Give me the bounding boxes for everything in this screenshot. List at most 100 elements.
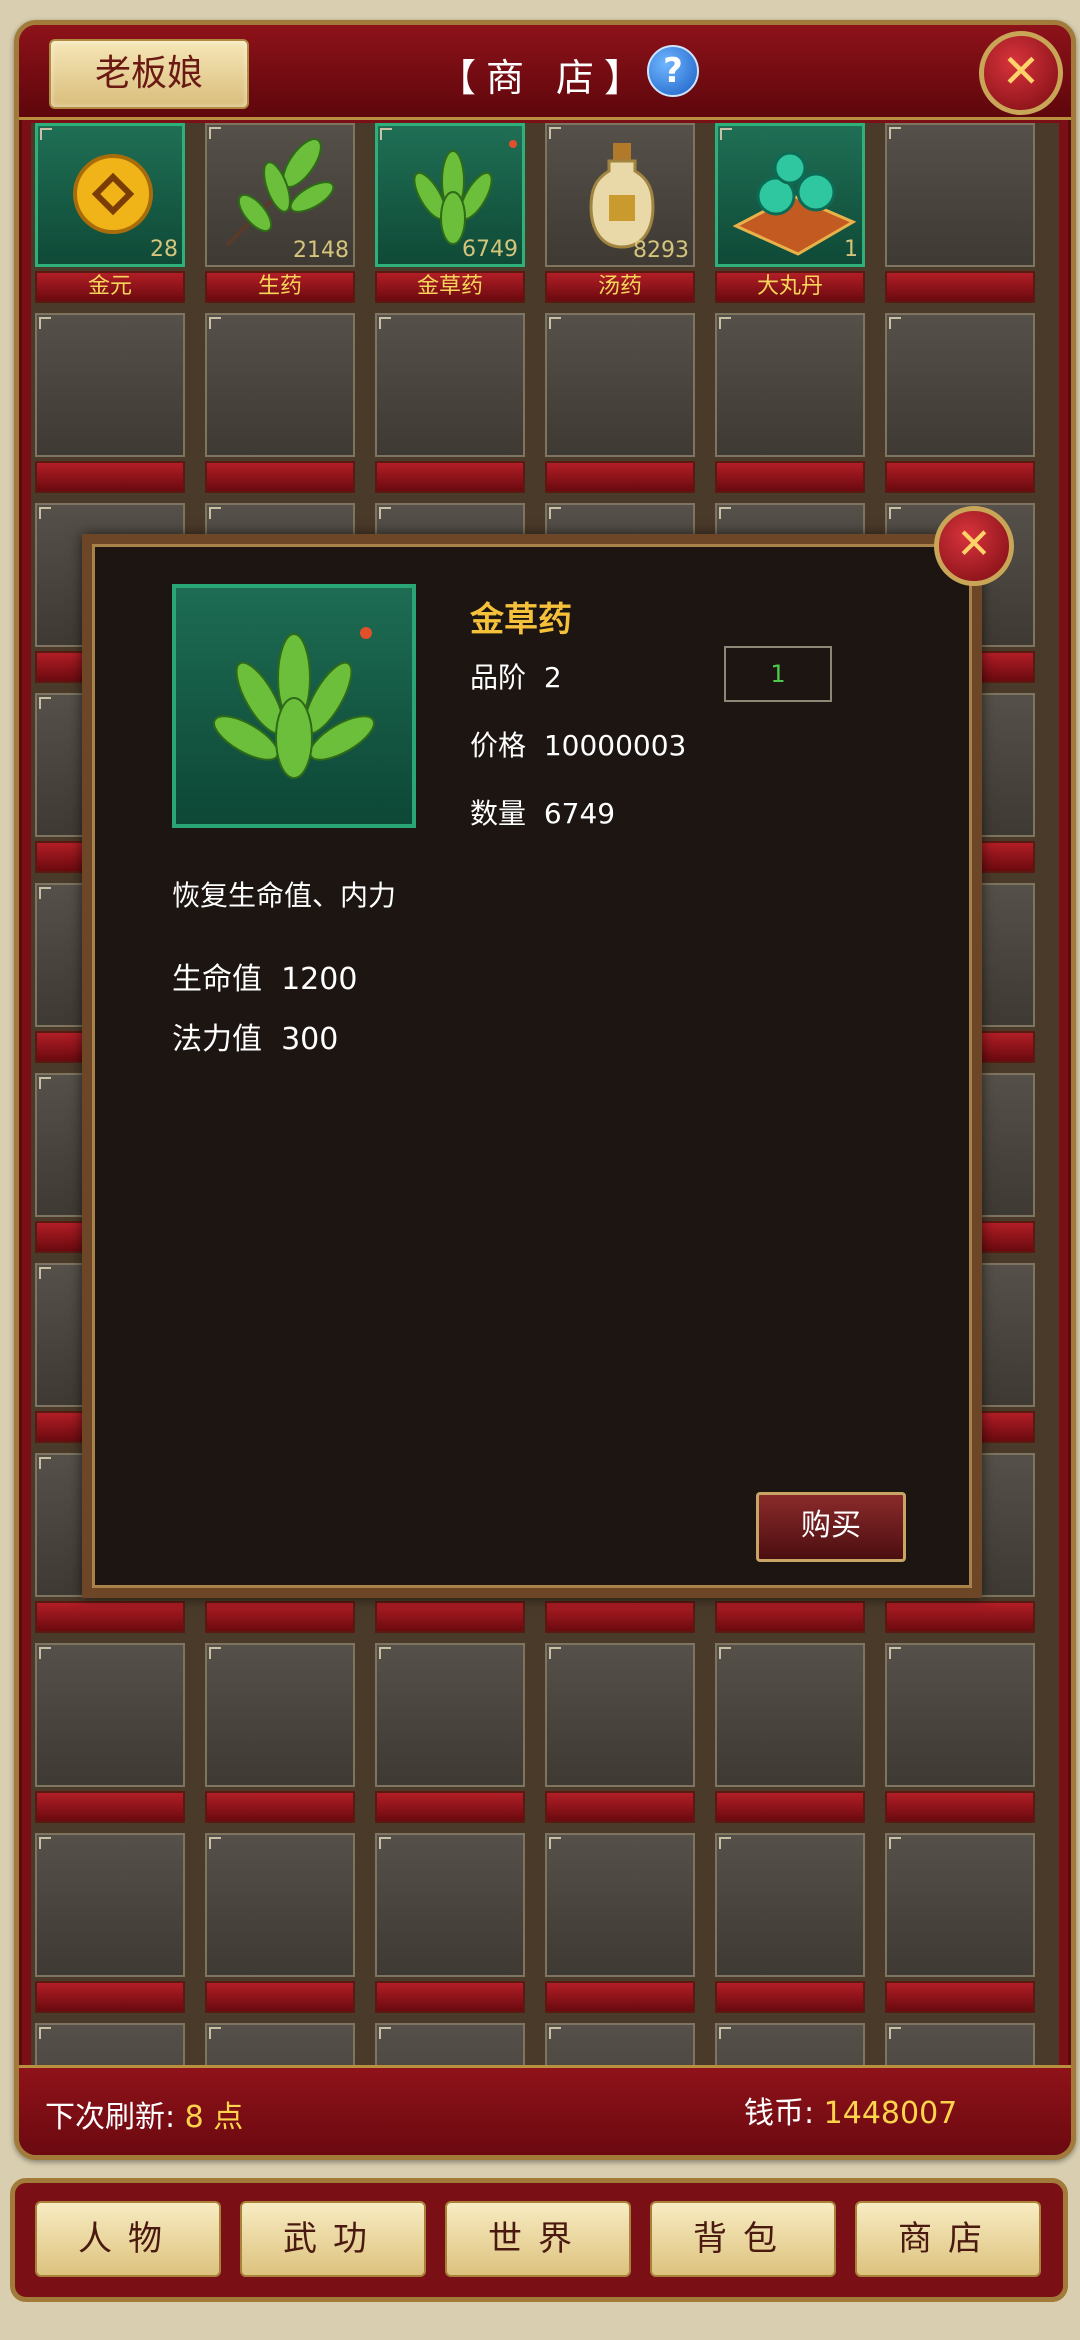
empty-label: [35, 1791, 185, 1823]
empty-slot[interactable]: [545, 313, 695, 457]
nav-backpack[interactable]: 背包: [650, 2201, 836, 2277]
empty-slot[interactable]: [715, 313, 865, 457]
slot-corner: [719, 1647, 731, 1659]
nav-character[interactable]: 人物: [35, 2201, 221, 2277]
item-quantity: 8293: [633, 238, 689, 263]
grade-row: 品阶 2: [470, 656, 562, 696]
slot-corner: [209, 2027, 221, 2039]
help-icon[interactable]: ?: [647, 45, 699, 97]
empty-label: [375, 461, 525, 493]
item-slot-0[interactable]: 28: [35, 123, 185, 267]
empty-label: [375, 1601, 525, 1633]
hp-value: 1200: [281, 962, 358, 997]
item-slot-2[interactable]: 6749: [375, 123, 525, 267]
empty-slot[interactable]: [885, 123, 1035, 267]
slot-corner: [549, 1647, 561, 1659]
item-label-3: 汤药: [545, 271, 695, 303]
price-label: 价格: [470, 729, 527, 762]
item-slot-4[interactable]: 1: [715, 123, 865, 267]
item-description: 恢复生命值、内力: [172, 879, 397, 912]
slot-corner: [549, 507, 561, 519]
slot-corner: [889, 507, 901, 519]
empty-label: [885, 461, 1035, 493]
slot-corner: [39, 1077, 51, 1089]
empty-label: [885, 1791, 1035, 1823]
slot-corner: [39, 317, 51, 329]
item-label-4: 大丸丹: [715, 271, 865, 303]
empty-slot[interactable]: [885, 313, 1035, 457]
empty-label: [545, 461, 695, 493]
item-slot-3[interactable]: 8293: [545, 123, 695, 267]
empty-slot[interactable]: [885, 1643, 1035, 1787]
slot-corner: [549, 2027, 561, 2039]
empty-label: [35, 1601, 185, 1633]
empty-label: [885, 1601, 1035, 1633]
coins-label: 钱币:: [744, 2096, 815, 2131]
grade-value: 2: [543, 661, 562, 694]
slot-corner: [39, 1837, 51, 1849]
slot-corner: [39, 887, 51, 899]
empty-label: [885, 271, 1035, 303]
item-slot-1[interactable]: 2148: [205, 123, 355, 267]
page-title: 【商 店】: [437, 56, 653, 100]
buy-button[interactable]: 购买: [756, 1492, 906, 1562]
slot-corner: [719, 317, 731, 329]
item-detail-image: [172, 584, 416, 828]
item-detail-popup: 金草药 品阶 2 1 价格 10000003 数量 6749 恢复生命值、内力 …: [82, 534, 982, 1598]
empty-slot[interactable]: [205, 313, 355, 457]
grade-label: 品阶: [470, 661, 527, 694]
golden-herb-icon: [213, 627, 375, 779]
slot-corner: [209, 1647, 221, 1659]
empty-label: [35, 461, 185, 493]
mp-label: 法力值: [172, 1022, 262, 1057]
empty-label: [205, 1601, 355, 1633]
nav-shop[interactable]: 商店: [855, 2201, 1041, 2277]
empty-slot[interactable]: [375, 1833, 525, 1977]
slot-corner: [209, 507, 221, 519]
empty-slot[interactable]: [35, 313, 185, 457]
empty-slot[interactable]: [715, 1643, 865, 1787]
nav-skills[interactable]: 武功: [240, 2201, 426, 2277]
empty-slot[interactable]: [885, 1833, 1035, 1977]
empty-slot[interactable]: [715, 1833, 865, 1977]
slot-corner: [889, 2027, 901, 2039]
item-label-2: 金草药: [375, 271, 525, 303]
mp-value: 300: [281, 1022, 339, 1057]
empty-label: [715, 1981, 865, 2013]
empty-slot[interactable]: [375, 1643, 525, 1787]
slot-corner: [889, 1647, 901, 1659]
empty-label: [715, 461, 865, 493]
slot-corner: [379, 317, 391, 329]
empty-label: [375, 1791, 525, 1823]
slot-corner: [39, 1457, 51, 1469]
empty-slot[interactable]: [545, 1833, 695, 1977]
close-icon[interactable]: ✕: [979, 31, 1063, 115]
quantity-input[interactable]: 1: [724, 646, 832, 702]
bottom-nav: 人物 武功 世界 背包 商店: [10, 2178, 1068, 2302]
slot-corner: [379, 1837, 391, 1849]
empty-slot[interactable]: [375, 313, 525, 457]
popup-close-icon[interactable]: ✕: [934, 506, 1014, 586]
slot-corner: [889, 127, 901, 139]
coins-value: 1448007: [823, 2096, 958, 2131]
empty-slot[interactable]: [35, 1833, 185, 1977]
item-quantity: 1: [844, 237, 858, 262]
slot-corner: [889, 1837, 901, 1849]
slot-corner: [379, 507, 391, 519]
empty-slot[interactable]: [545, 1643, 695, 1787]
empty-label: [35, 1981, 185, 2013]
item-quantity: 6749: [462, 237, 518, 262]
slot-corner: [379, 1647, 391, 1659]
empty-slot[interactable]: [205, 1643, 355, 1787]
status-bar: 下次刷新: 8 点 钱币: 1448007: [19, 2065, 1071, 2155]
mp-row: 法力值 300: [172, 1014, 338, 1058]
empty-label: [205, 461, 355, 493]
slot-corner: [39, 1647, 51, 1659]
empty-slot[interactable]: [205, 1833, 355, 1977]
nav-world[interactable]: 世界: [445, 2201, 631, 2277]
count-row: 数量 6749: [470, 792, 615, 832]
slot-corner: [39, 2027, 51, 2039]
empty-label: [205, 1981, 355, 2013]
price-value: 10000003: [543, 729, 687, 762]
empty-slot[interactable]: [35, 1643, 185, 1787]
